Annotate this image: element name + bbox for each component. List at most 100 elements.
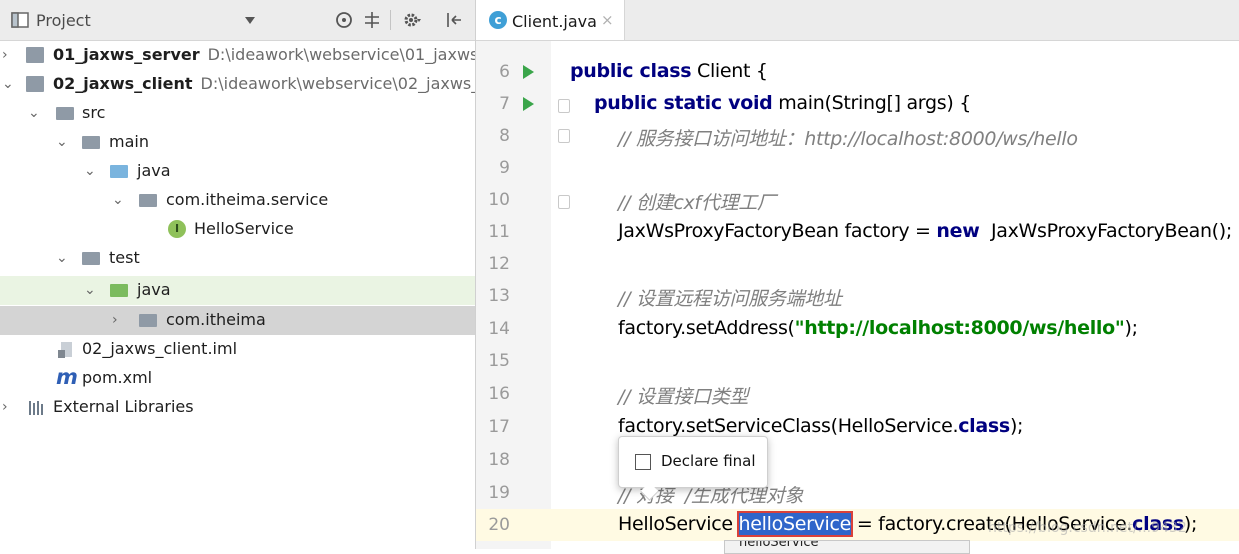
java-class-icon: c: [489, 11, 507, 29]
fold-marker-icon[interactable]: [558, 129, 570, 143]
code-comment: // 设置远程访问服务端地址: [618, 288, 842, 310]
tree-item-label: 02_jaxws_client: [53, 74, 193, 93]
code-line: 10 // 创建cxf代理工厂: [476, 184, 1239, 216]
tree-item-label: src: [82, 103, 106, 122]
autocomplete-popup[interactable]: helloService: [724, 540, 970, 554]
test-folder-icon: [110, 284, 128, 297]
view-dropdown-icon[interactable]: [244, 14, 256, 26]
code-part: JaxWsProxyFactoryBean factory =: [618, 220, 937, 242]
declare-final-popup: Declare final: [618, 436, 768, 501]
tree-item-label: com.itheima: [166, 310, 266, 329]
tree-item-label: External Libraries: [53, 397, 194, 416]
tree-item-external-libraries[interactable]: › External Libraries: [0, 393, 475, 422]
tree-item-package-itheima[interactable]: › com.itheima: [0, 306, 475, 335]
tree-item-label: pom.xml: [82, 368, 153, 387]
hide-panel-icon[interactable]: [444, 10, 464, 30]
line-number: 6: [499, 62, 510, 82]
line-number: 18: [488, 450, 510, 470]
code-line: 17 factory.setServiceClass(HelloService.…: [476, 411, 1239, 443]
fold-marker-icon[interactable]: [558, 195, 570, 209]
run-gutter-icon[interactable]: [523, 97, 534, 111]
tab-label: Client.java: [512, 12, 597, 31]
maven-icon: m: [56, 365, 78, 389]
run-gutter-icon[interactable]: [523, 65, 534, 79]
code-keyword: public class: [570, 60, 692, 82]
chevron-right-icon[interactable]: ›: [2, 400, 16, 414]
line-number: 10: [488, 190, 510, 210]
folder-icon: [82, 252, 100, 265]
line-number: 15: [488, 351, 510, 371]
tree-item-helloservice[interactable]: I HelloService: [0, 215, 475, 244]
code-comment: // 服务接口访问地址：http://localhost:8000/ws/hel…: [618, 128, 1078, 150]
chevron-down-icon[interactable]: ⌄: [84, 164, 98, 178]
code-line: 18: [476, 444, 1239, 476]
tree-item-02-jaxws-client[interactable]: ⌄ 02_jaxws_client D:\ideawork\webservice\…: [0, 70, 475, 99]
settings-gear-icon[interactable]: [402, 10, 422, 30]
tree-item-01-jaxws-server[interactable]: › 01_jaxws_server D:\ideawork\webservice\…: [0, 41, 475, 70]
close-tab-icon[interactable]: ×: [601, 11, 614, 29]
module-folder-icon: [26, 47, 44, 63]
tab-client-java[interactable]: c Client.java ×: [476, 0, 625, 40]
line-number: 20: [488, 515, 510, 535]
code-text: factory.setAddress("http://localhost:800…: [618, 317, 1138, 339]
code-line: 13 // 设置远程访问服务端地址: [476, 280, 1239, 312]
folder-icon: [56, 107, 74, 120]
line-number: 17: [488, 417, 510, 437]
tree-item-label: java: [137, 161, 171, 180]
code-editor[interactable]: c Client.java × 6 public class Client { …: [476, 0, 1239, 549]
selected-variable[interactable]: helloService: [736, 511, 854, 537]
line-number: 13: [488, 286, 510, 306]
interface-icon: I: [168, 220, 186, 238]
line-number: 7: [499, 94, 510, 114]
project-panel-header: Project: [0, 0, 475, 41]
chevron-down-icon[interactable]: ⌄: [112, 193, 126, 207]
package-icon: [139, 194, 157, 207]
chevron-down-icon[interactable]: ⌄: [56, 251, 70, 265]
chevron-down-icon[interactable]: ⌄: [56, 135, 70, 149]
line-number: 11: [488, 222, 510, 242]
declare-final-label[interactable]: Declare final: [661, 452, 756, 470]
line-number: 12: [488, 254, 510, 274]
code-part: JaxWsProxyFactoryBean();: [979, 220, 1233, 242]
tree-item-test[interactable]: ⌄ test: [0, 244, 475, 273]
tree-item-main[interactable]: ⌄ main: [0, 128, 475, 157]
code-line: 16 // 设置接口类型: [476, 378, 1239, 410]
code-line: 9: [476, 152, 1239, 184]
locate-file-icon[interactable]: [334, 10, 354, 30]
chevron-down-icon[interactable]: ⌄: [28, 106, 42, 120]
code-part: factory.setServiceClass(HelloService.: [618, 415, 959, 437]
source-folder-icon: [110, 165, 128, 178]
chevron-down-icon[interactable]: ⌄: [2, 77, 16, 91]
fold-marker-icon[interactable]: [558, 99, 570, 113]
code-line: 19 // 对接 /生成代理对象: [476, 477, 1239, 509]
declare-final-checkbox[interactable]: [635, 454, 651, 470]
code-line: 6 public class Client {: [476, 56, 1239, 88]
chevron-right-icon[interactable]: ›: [2, 48, 16, 62]
code-rest: Client {: [691, 60, 768, 82]
code-string: "http://localhost:8000/ws/hello": [794, 317, 1125, 339]
line-number: 19: [488, 483, 510, 503]
code-rest: main(String[] args) {: [772, 92, 971, 114]
tree-item-label: HelloService: [194, 219, 294, 238]
header-separator: [390, 10, 391, 30]
code-text: public class Client {: [570, 60, 768, 82]
tree-item-package-service[interactable]: ⌄ com.itheima.service: [0, 186, 475, 215]
chevron-down-icon[interactable]: ⌄: [84, 283, 98, 297]
tree-item-test-java[interactable]: ⌄ java: [0, 276, 475, 305]
tree-item-iml-file[interactable]: 02_jaxws_client.iml: [0, 335, 475, 364]
folder-icon: [82, 136, 100, 149]
tree-item-src[interactable]: ⌄ src: [0, 99, 475, 128]
chevron-right-icon[interactable]: ›: [112, 313, 126, 327]
tree-item-main-java[interactable]: ⌄ java: [0, 157, 475, 186]
tree-item-label: 02_jaxws_client.iml: [82, 339, 238, 358]
line-number: 14: [488, 319, 510, 339]
code-line: 12: [476, 248, 1239, 280]
line-number: 16: [488, 384, 510, 404]
project-panel-title[interactable]: Project: [36, 11, 91, 30]
code-line: 14 factory.setAddress("http://localhost:…: [476, 313, 1239, 345]
collapse-all-icon[interactable]: [362, 10, 382, 30]
project-view-icon[interactable]: [10, 10, 30, 30]
code-text: JaxWsProxyFactoryBean factory = new JaxW…: [618, 220, 1232, 242]
tree-item-pom-xml[interactable]: m pom.xml: [0, 364, 475, 393]
project-panel: Project › 01_jaxws_server D:\ideawork\web…: [0, 0, 476, 549]
